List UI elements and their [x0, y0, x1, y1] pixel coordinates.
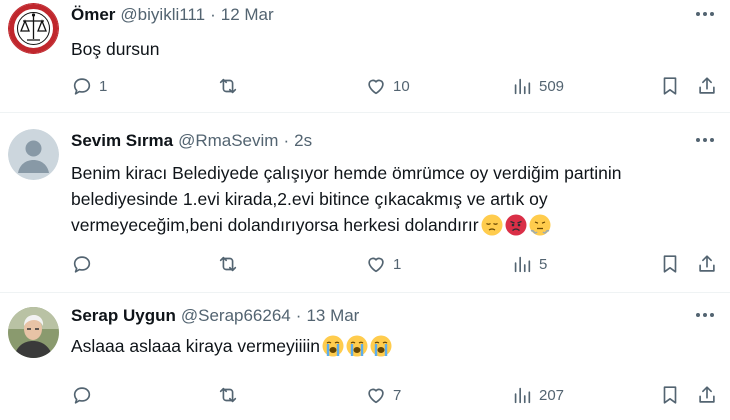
default-profile-icon: [8, 129, 59, 180]
tweet-header: Ömer @biyikli111 · 12 Mar: [71, 4, 718, 26]
separator-dot: ·: [295, 306, 302, 325]
reply-icon: [73, 387, 91, 404]
reply-button[interactable]: 1: [71, 75, 107, 97]
bookmark-button[interactable]: [659, 384, 681, 406]
more-options-button[interactable]: [692, 4, 718, 24]
share-button[interactable]: [696, 384, 718, 406]
share-icon: [699, 255, 715, 272]
bar-chart-icon: [514, 78, 531, 95]
reply-button[interactable]: [71, 253, 99, 275]
timestamp[interactable]: 12 Mar: [221, 5, 274, 25]
share-button[interactable]: [696, 75, 718, 97]
tweet[interactable]: Ömer @biyikli111 · 12 Mar Boş dursun 1 1…: [0, 0, 730, 113]
more-dot-icon: [696, 138, 700, 142]
bar-chart-icon: [514, 387, 531, 404]
bar-chart-icon: [514, 256, 531, 273]
heart-icon: [368, 257, 384, 273]
heart-icon: [368, 388, 384, 404]
like-count: 10: [393, 77, 410, 95]
share-button[interactable]: [696, 253, 718, 275]
share-icon: [699, 386, 715, 403]
display-name[interactable]: Sevim Sırma: [71, 131, 173, 151]
more-dot-icon: [703, 313, 707, 317]
loudly-crying-face-icon: [346, 335, 368, 357]
like-button[interactable]: 7: [365, 384, 401, 406]
more-options-button[interactable]: [692, 305, 718, 325]
bookmark-button[interactable]: [659, 75, 681, 97]
retweet-icon: [219, 78, 237, 94]
reply-icon: [73, 78, 91, 95]
profile-photo-icon: [8, 307, 59, 358]
tweet[interactable]: Serap Uygun @Serap66264 · 13 Mar Aslaaa …: [0, 293, 730, 420]
retweet-icon: [219, 256, 237, 272]
more-dot-icon: [710, 313, 714, 317]
display-name[interactable]: Ömer: [71, 5, 115, 25]
tweet-text-line: Benim kiracı Belediyede çalışıyor hemde …: [71, 163, 622, 183]
loudly-crying-face-icon: [322, 335, 344, 357]
tweet-text-line-content: vermeyeceğim,beni dolandırıyorsa herkesi…: [71, 215, 479, 235]
tweet-header: Serap Uygun @Serap66264 · 13 Mar: [71, 305, 718, 327]
retweet-button[interactable]: [217, 253, 245, 275]
separator-dot: ·: [283, 131, 290, 150]
more-options-button[interactable]: [692, 130, 718, 150]
angry-face-icon: [505, 214, 527, 236]
heart-icon: [368, 79, 384, 95]
like-button[interactable]: 1: [365, 253, 401, 275]
retweet-button[interactable]: [217, 384, 245, 406]
tweet-text: Aslaaa aslaaa kiraya vermeyiiiin: [71, 333, 718, 359]
reply-count: 1: [99, 77, 108, 95]
view-count: 5: [539, 255, 548, 273]
seal-logo-icon: [8, 3, 59, 54]
tweet-text: Benim kiracı Belediyede çalışıyor hemde …: [71, 160, 718, 238]
views-button[interactable]: 207: [511, 384, 564, 406]
retweet-button[interactable]: [217, 75, 245, 97]
share-icon: [699, 77, 715, 94]
view-count: 509: [539, 77, 565, 95]
tweet-text-content: Aslaaa aslaaa kiraya vermeyiiiin: [71, 336, 320, 356]
user-handle[interactable]: @biyikli111: [120, 5, 205, 25]
timestamp[interactable]: 2s: [294, 131, 312, 151]
like-button[interactable]: 10: [365, 75, 410, 97]
bookmark-icon: [663, 77, 677, 95]
tweet-text-line: belediyesinde 1.evi kirada,2.evi bitince…: [71, 189, 548, 209]
avatar[interactable]: [8, 307, 59, 358]
display-name[interactable]: Serap Uygun: [71, 306, 176, 326]
tweet-text: Boş dursun: [71, 39, 160, 59]
tweet-actions: 1 10 509: [71, 74, 718, 98]
more-dot-icon: [703, 138, 707, 142]
tweet-actions: 7 207: [71, 383, 718, 407]
like-count: 1: [393, 255, 402, 273]
views-button[interactable]: 5: [511, 253, 547, 275]
views-button[interactable]: 509: [511, 75, 564, 97]
more-dot-icon: [703, 12, 707, 16]
more-dot-icon: [710, 138, 714, 142]
tweet[interactable]: Sevim Sırma @RmaSevim · 2s Benim kiracı …: [0, 113, 730, 293]
user-handle[interactable]: @Serap66264: [181, 306, 291, 326]
face-with-steam-icon: [529, 214, 551, 236]
tweet-header: Sevim Sırma @RmaSevim · 2s: [71, 130, 718, 152]
reply-icon: [73, 256, 91, 273]
timestamp[interactable]: 13 Mar: [306, 306, 359, 326]
more-dot-icon: [696, 12, 700, 16]
tweet-actions: 1 5: [71, 252, 718, 276]
avatar[interactable]: [8, 3, 59, 54]
retweet-icon: [219, 387, 237, 403]
loudly-crying-face-icon: [370, 335, 392, 357]
more-dot-icon: [710, 12, 714, 16]
separator-dot: ·: [210, 5, 216, 24]
bookmark-icon: [663, 386, 677, 404]
pensive-face-icon: [481, 214, 503, 236]
tweet-text-line: vermeyeceğim,beni dolandırıyorsa herkesi…: [71, 212, 718, 238]
user-handle[interactable]: @RmaSevim: [178, 131, 278, 151]
bookmark-icon: [663, 255, 677, 273]
like-count: 7: [393, 386, 402, 404]
more-dot-icon: [696, 313, 700, 317]
bookmark-button[interactable]: [659, 253, 681, 275]
view-count: 207: [539, 386, 565, 404]
reply-button[interactable]: [71, 384, 99, 406]
avatar[interactable]: [8, 129, 59, 180]
